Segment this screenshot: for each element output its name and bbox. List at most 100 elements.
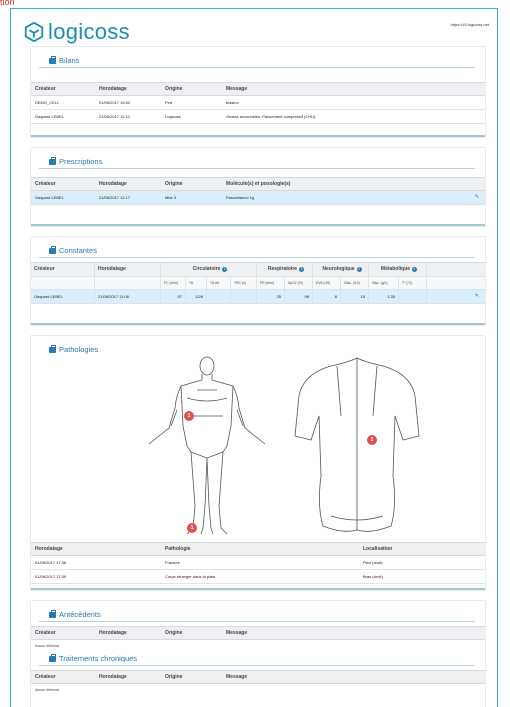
- sub-spo2: SpO2 (%): [285, 276, 313, 289]
- info-icon[interactable]: i: [222, 266, 228, 272]
- briefcase-icon: [49, 345, 56, 353]
- divider: [39, 67, 475, 68]
- cell-horodatage: 01/06/2017 17:06: [35, 560, 67, 565]
- antecedents-table-header: Créateur Horodatage Origine Message: [31, 625, 485, 640]
- cell-glyc: 1.35: [369, 289, 399, 303]
- col-molecules: Molécule(s) et posologie(s): [226, 180, 291, 187]
- col-message: Message: [226, 85, 248, 92]
- cell-localisation: Bras (droit): [363, 574, 383, 579]
- pathology-marker[interactable]: 1: [187, 523, 197, 533]
- pathology-marker[interactable]: 1: [184, 411, 194, 421]
- col-createur: Créateur: [31, 262, 95, 276]
- front-body-outline: [148, 356, 266, 535]
- body-diagram[interactable]: [31, 356, 487, 540]
- col-origine: Origine: [165, 85, 183, 92]
- col-horodatage: Horodatage: [99, 673, 127, 680]
- sub-glyc: Glyc. (g/L): [369, 276, 399, 289]
- cell-pathologie: Fracture: [165, 560, 180, 565]
- pathology-marker[interactable]: 1: [367, 435, 377, 445]
- cell-horodatage: 01/06/2017 16:02: [99, 99, 131, 105]
- cell-fc: 57: [161, 289, 186, 303]
- cell-molecules: Paracétamol 1g: [226, 194, 255, 200]
- top-link-fragment[interactable]: tion: [0, 0, 15, 7]
- group-label: Respiratoire: [267, 266, 298, 273]
- body-map[interactable]: 1 1 1: [31, 356, 485, 540]
- col-horodatage: Horodatage: [95, 262, 161, 276]
- table-row[interactable]: 01/06/2017 17:39 Corps étranger dans la …: [31, 570, 485, 584]
- divider: [39, 621, 475, 622]
- cell-trc: [231, 289, 257, 303]
- report-frame: logicoss https://v3.logicoss.net Bilans …: [10, 8, 498, 707]
- prescriptions-section: Prescriptions Créateur Horodatage Origin…: [31, 148, 485, 226]
- col-pathologie: Pathologie: [165, 546, 191, 552]
- cell-origine: Logicoss: [165, 113, 181, 119]
- prescriptions-title: Prescriptions: [31, 148, 485, 168]
- edit-icon[interactable]: ✎: [475, 194, 479, 200]
- col-createur: Créateur: [35, 629, 56, 636]
- cell-glas: 15: [341, 289, 369, 303]
- briefcase-icon: [49, 246, 56, 254]
- col-horodatage: Horodatage: [35, 546, 63, 552]
- cell-spo2: 98: [285, 289, 313, 303]
- col-origine: Origine: [165, 673, 183, 680]
- bilans-section: Bilans Créateur Horodatage Origine Messa…: [31, 47, 485, 137]
- cell-ta: 12/8: [186, 289, 207, 303]
- col-metabolique: Métabolique i: [369, 262, 427, 276]
- constantes-sub-header: FC (/min) TA TA réf TRC (s) FR (/min) Sp…: [31, 276, 485, 290]
- sub-temp: T° (°C): [399, 276, 427, 289]
- sub-fc: FC (/min): [161, 276, 186, 289]
- sub-fr: FR (/min): [257, 276, 285, 289]
- site-url: https://v3.logicoss.net: [450, 22, 489, 27]
- cell-eva: 8: [313, 289, 341, 303]
- briefcase-icon: [49, 56, 56, 64]
- col-neurologique: Neurologique i: [313, 262, 369, 276]
- info-icon[interactable]: i: [356, 266, 362, 272]
- sub-eva: EVA (/10): [313, 276, 341, 289]
- col-horodatage: Horodatage: [99, 180, 127, 187]
- briefcase-icon: [49, 157, 56, 165]
- briefcase-icon: [49, 654, 56, 662]
- briefcase-icon: [49, 610, 56, 618]
- info-icon[interactable]: i: [299, 266, 305, 272]
- group-label: Neurologique: [322, 266, 355, 273]
- col-localisation: Localisation: [363, 546, 393, 552]
- divider: [39, 257, 475, 258]
- cell-horodatage: 21/06/2017 11:17: [99, 194, 130, 200]
- pathologies-table-header: Horodatage Pathologie Localisation: [31, 542, 485, 556]
- col-message: Message: [226, 629, 248, 636]
- constantes-table: Créateur Horodatage Circulatoire i Respir…: [31, 261, 485, 304]
- table-row[interactable]: 01/06/2017 17:06 Fracture Pied (droit): [31, 556, 485, 570]
- table-row[interactable]: Gaspard LEBEL 21/06/2017 11:08 57 12/8 2…: [31, 289, 485, 304]
- back-body-outline: [294, 357, 420, 532]
- col-respiratoire: Respiratoire i: [257, 262, 313, 276]
- blank-cell: [31, 276, 95, 289]
- constantes-section: Constantes Créateur Horodatage Circulato…: [31, 237, 485, 325]
- sub-ta-ref: TA réf: [207, 276, 231, 289]
- antecedents-title-label: Antécédents: [59, 610, 101, 619]
- col-createur: Créateur: [35, 673, 56, 680]
- info-icon[interactable]: i: [412, 266, 418, 272]
- constantes-group-header: Créateur Horodatage Circulatoire i Respir…: [31, 262, 485, 277]
- group-label: Métabolique: [380, 266, 411, 273]
- col-message: Message: [226, 673, 248, 680]
- report-header: logicoss https://v3.logicoss.net: [11, 9, 497, 47]
- edit-icon[interactable]: ✎: [475, 293, 479, 299]
- constantes-title-label: Constantes: [59, 246, 97, 255]
- table-row[interactable]: Gaspard LEBEL 21/06/2017 11:10 Logicoss …: [31, 110, 485, 124]
- traitements-table-header: Créateur Horodatage Origine Message: [31, 669, 485, 684]
- prescriptions-title-label: Prescriptions: [59, 157, 103, 166]
- cell-pathologie: Corps étranger dans la plaie: [165, 574, 216, 579]
- cell-ta-ref: [207, 289, 231, 303]
- cell-horodatage: 01/06/2017 17:39: [35, 574, 67, 579]
- col-origine: Origine: [165, 180, 183, 187]
- table-row[interactable]: Gaspard LEBEL 21/06/2017 11:17 Mbe 3 Par…: [31, 190, 485, 205]
- pathologies-title: Pathologies: [31, 336, 485, 356]
- blank-cell: [95, 276, 161, 289]
- col-origine: Origine: [165, 629, 183, 636]
- cell-fr: 25: [257, 289, 285, 303]
- col-createur: Créateur: [35, 85, 56, 92]
- table-row[interactable]: DEMO_CELL 01/06/2017 16:02 Ped blasino: [31, 96, 485, 110]
- divider: [39, 168, 475, 169]
- antecedents-title: Antécédents: [31, 601, 485, 621]
